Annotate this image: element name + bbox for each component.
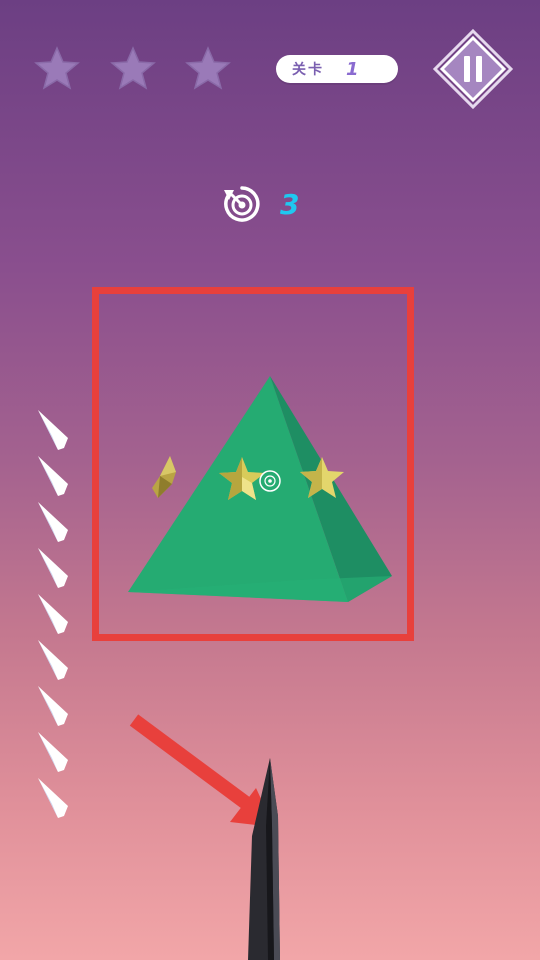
knife-icon <box>38 548 68 588</box>
retry-count: 3 <box>280 187 300 221</box>
player-knife[interactable] <box>236 756 296 960</box>
knife-icon <box>38 778 68 818</box>
level-number: 1 <box>346 58 359 80</box>
pause-button[interactable] <box>432 28 514 110</box>
knife-icon <box>38 502 68 542</box>
star-rating <box>34 45 234 95</box>
retry-counter: 3 <box>222 182 299 226</box>
knife-icon <box>38 456 68 496</box>
level-label: 关卡 <box>292 62 324 78</box>
gold-star-icon <box>152 456 176 498</box>
gold-star-icon <box>300 457 344 498</box>
star-icon <box>34 46 80 90</box>
star-icon <box>185 46 231 90</box>
knife-blade-icon <box>248 758 280 960</box>
star-icon <box>110 46 156 90</box>
level-indicator: 关卡 1 <box>276 55 398 83</box>
retry-target-icon <box>224 186 260 222</box>
knife-icon <box>38 410 68 450</box>
remaining-knives <box>34 408 78 828</box>
knife-icon <box>38 686 68 726</box>
knife-icon <box>38 732 68 772</box>
pause-icon <box>432 28 514 110</box>
crosshair-icon <box>259 470 281 492</box>
knife-icon <box>38 594 68 634</box>
knife-icon <box>38 640 68 680</box>
